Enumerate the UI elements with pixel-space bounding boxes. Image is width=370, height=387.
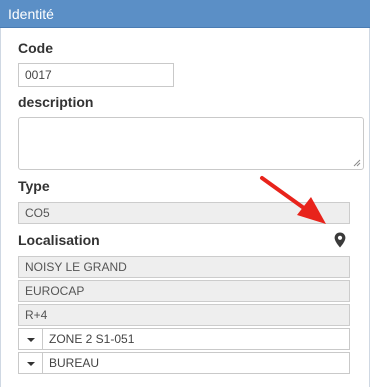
room-type-dropdown-button[interactable] [19,353,43,373]
localisation-label: Localisation [18,232,100,248]
resize-grip-icon[interactable] [353,159,361,167]
room-type-select[interactable]: BUREAU [18,352,350,374]
code-label: Code [18,40,53,56]
map-marker-icon[interactable] [334,232,346,248]
panel-title: Identité [8,6,54,22]
caret-down-icon [27,338,35,342]
code-input[interactable]: 0017 [18,63,174,87]
description-textarea[interactable] [18,117,364,170]
description-label: description [18,94,94,110]
localisation-site-field: NOISY LE GRAND [18,256,350,278]
panel-header: Identité [0,0,370,28]
zone-value: ZONE 2 S1-051 [49,332,135,346]
room-type-value: BUREAU [49,356,100,370]
type-label: Type [18,178,50,194]
localisation-building-field: EUROCAP [18,280,350,302]
type-field: CO5 [18,202,350,224]
localisation-floor-field: R+4 [18,304,350,326]
zone-dropdown-button[interactable] [19,329,43,349]
zone-select[interactable]: ZONE 2 S1-051 [18,328,350,350]
caret-down-icon [27,362,35,366]
